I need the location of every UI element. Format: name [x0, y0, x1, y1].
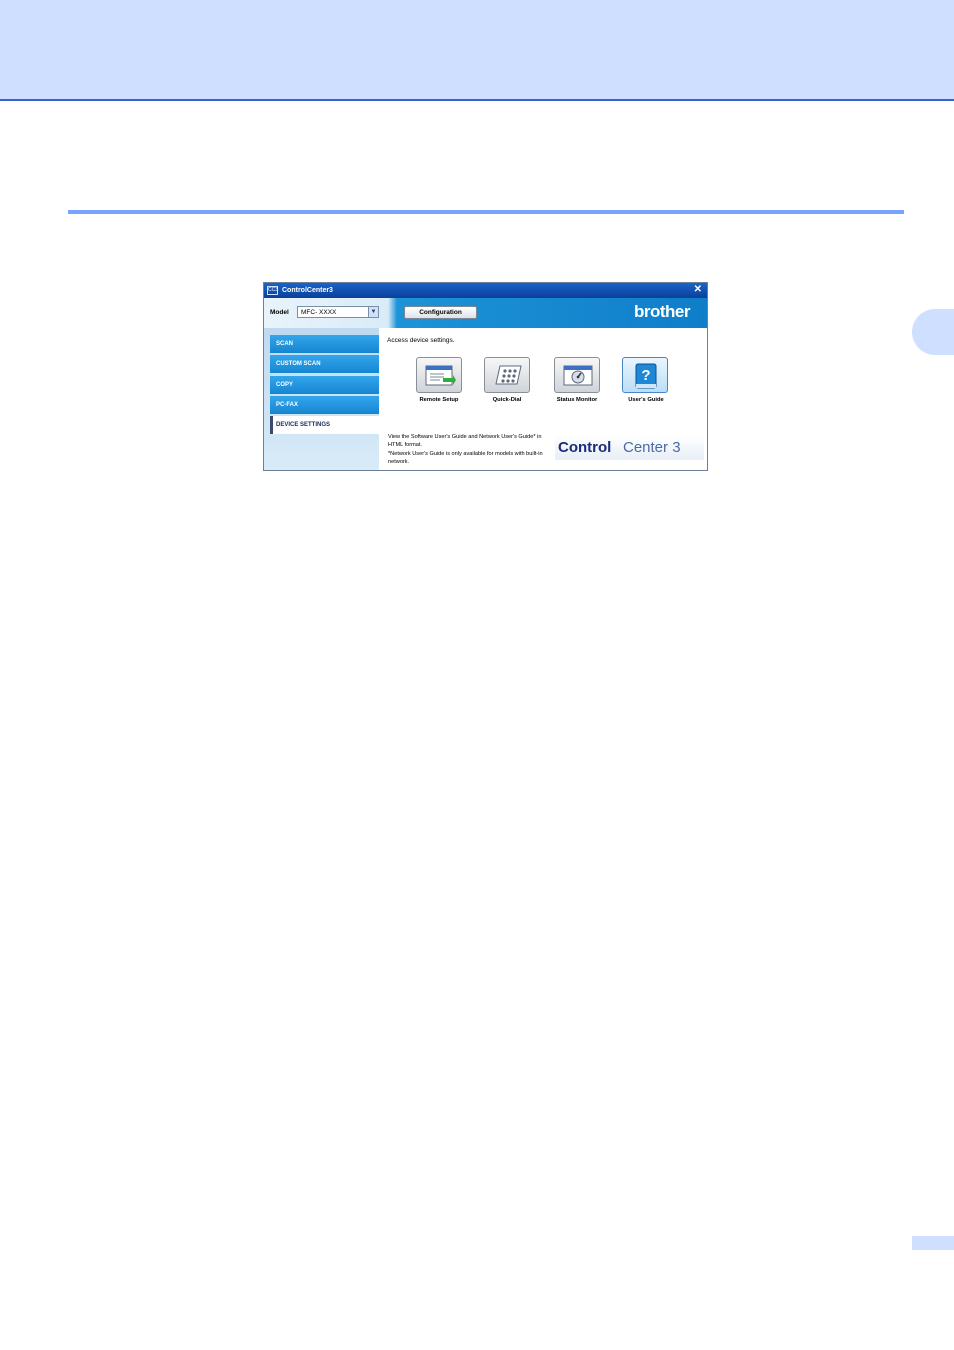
toolbar: Model MFC- XXXX ▼ Configuration brother [264, 298, 707, 328]
page-header-band [0, 0, 954, 101]
app-icon: CC3 [267, 286, 279, 295]
info-line-2: *Network User's Guide is only available … [388, 450, 543, 465]
control-center-3-logo: Control Center 3 [555, 436, 704, 460]
window-title: ControlCenter3 [282, 287, 333, 294]
sidebar: SCAN CUSTOM SCAN COPY PC-FAX DEVICE SETT… [264, 328, 379, 470]
close-icon[interactable]: ✕ [694, 284, 702, 296]
sidebar-item-custom-scan[interactable]: CUSTOM SCAN [270, 355, 379, 373]
configuration-button[interactable]: Configuration [404, 306, 477, 319]
content-panel: Access device settings. Remote Setup Qui… [379, 328, 707, 470]
chapter-tab [912, 309, 954, 355]
sidebar-item-scan[interactable]: SCAN [270, 335, 379, 353]
controlcenter-window: CC3 ControlCenter3 ✕ Model MFC- XXXX ▼ C… [263, 282, 708, 471]
model-select[interactable]: MFC- XXXX ▼ [297, 306, 379, 318]
chevron-down-icon[interactable]: ▼ [368, 307, 378, 317]
model-label: Model [270, 309, 289, 316]
remote-setup-icon [425, 365, 456, 386]
status-monitor-label: Status Monitor [556, 397, 598, 403]
status-monitor-icon [563, 365, 593, 386]
remote-setup-button[interactable] [416, 357, 462, 393]
info-text: View the Software User's Guide and Netwo… [388, 433, 558, 466]
model-value: MFC- XXXX [301, 309, 337, 316]
info-line-1: View the Software User's Guide and Netwo… [388, 434, 542, 449]
sidebar-item-pc-fax[interactable]: PC-FAX [270, 396, 379, 414]
quick-dial-button[interactable] [484, 357, 530, 393]
quick-dial-icon [495, 365, 522, 385]
sidebar-item-copy[interactable]: COPY [270, 376, 379, 394]
section-divider [68, 210, 904, 214]
access-text: Access device settings. [387, 337, 455, 344]
page-number-tab [912, 1236, 954, 1250]
svg-text:?: ? [641, 367, 650, 384]
users-guide-icon: ? [635, 363, 657, 389]
remote-setup-label: Remote Setup [419, 397, 459, 403]
sidebar-item-device-settings[interactable]: DEVICE SETTINGS [270, 416, 379, 434]
status-monitor-button[interactable] [554, 357, 600, 393]
logo-control-text: Control [558, 439, 612, 456]
window-titlebar: CC3 ControlCenter3 ✕ [264, 283, 707, 298]
users-guide-label: User's Guide [628, 397, 664, 403]
logo-center-text: Center 3 [623, 439, 681, 456]
users-guide-button[interactable]: ? [622, 357, 668, 393]
quick-dial-label: Quick-Dial [492, 397, 522, 403]
brother-logo: brother [634, 302, 691, 321]
